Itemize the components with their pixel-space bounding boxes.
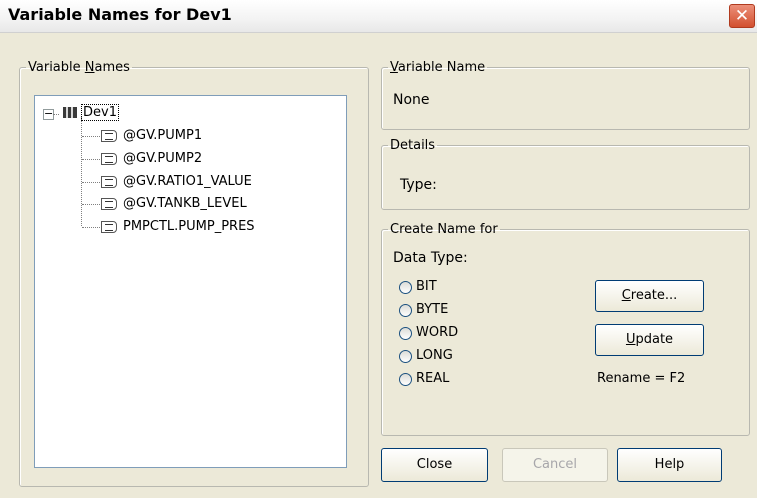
variable-name-value: None — [393, 92, 430, 108]
tree-root-dev1[interactable]: Dev1 — [63, 104, 119, 121]
tree-item[interactable]: @GV.PUMP1 — [101, 128, 202, 143]
details-group: Details — [381, 138, 750, 210]
radio-bit-label: BIT — [416, 279, 437, 294]
radio-byte-label: BYTE — [416, 302, 449, 317]
close-icon[interactable]: ✕ — [729, 4, 755, 28]
dialog-window: Variable Names for Dev1 ✕ Variable Names… — [0, 0, 757, 498]
tree-item[interactable]: @GV.RATIO1_VALUE — [101, 174, 252, 189]
help-button[interactable]: Help — [617, 448, 722, 482]
radio-real-label: REAL — [416, 371, 450, 386]
variable-icon — [101, 152, 117, 165]
variable-icon — [101, 197, 117, 210]
tree-item[interactable]: @GV.PUMP2 — [101, 151, 202, 166]
variable-name-group: Variable Name — [381, 60, 750, 130]
variable-icon — [101, 220, 117, 233]
variable-icon — [101, 175, 117, 188]
title-bar[interactable]: Variable Names for Dev1 ✕ — [0, 0, 757, 33]
radio-bit[interactable] — [399, 281, 412, 294]
tree-item[interactable]: @GV.TANKB_LEVEL — [101, 196, 247, 211]
create-button[interactable]: Create... — [595, 280, 704, 312]
rename-hint: Rename = F2 — [597, 371, 686, 386]
type-label: Type: — [400, 177, 437, 193]
radio-long[interactable] — [399, 350, 412, 363]
variable-name-legend: Variable Name — [390, 60, 486, 75]
variable-tree[interactable]: − Dev1 @GV.PUMP1 @GV.PUMP2 @GV.RATIO1_VA… — [34, 95, 347, 468]
device-icon — [63, 107, 77, 118]
close-button[interactable]: Close — [381, 448, 488, 482]
radio-real[interactable] — [399, 373, 412, 386]
radio-byte[interactable] — [399, 304, 412, 317]
radio-word[interactable] — [399, 327, 412, 340]
radio-word-label: WORD — [416, 325, 459, 340]
window-title: Variable Names for Dev1 — [8, 5, 232, 24]
create-name-legend: Create Name for — [390, 222, 498, 237]
radio-long-label: LONG — [416, 348, 453, 363]
variable-names-legend: Variable Names — [28, 60, 130, 75]
details-legend: Details — [390, 138, 436, 153]
data-type-label: Data Type: — [393, 250, 468, 266]
tree-item[interactable]: PMPCTL.PUMP_PRES — [101, 219, 255, 234]
variable-icon — [101, 129, 117, 142]
cancel-button: Cancel — [502, 448, 608, 482]
update-button[interactable]: Update — [595, 324, 704, 356]
